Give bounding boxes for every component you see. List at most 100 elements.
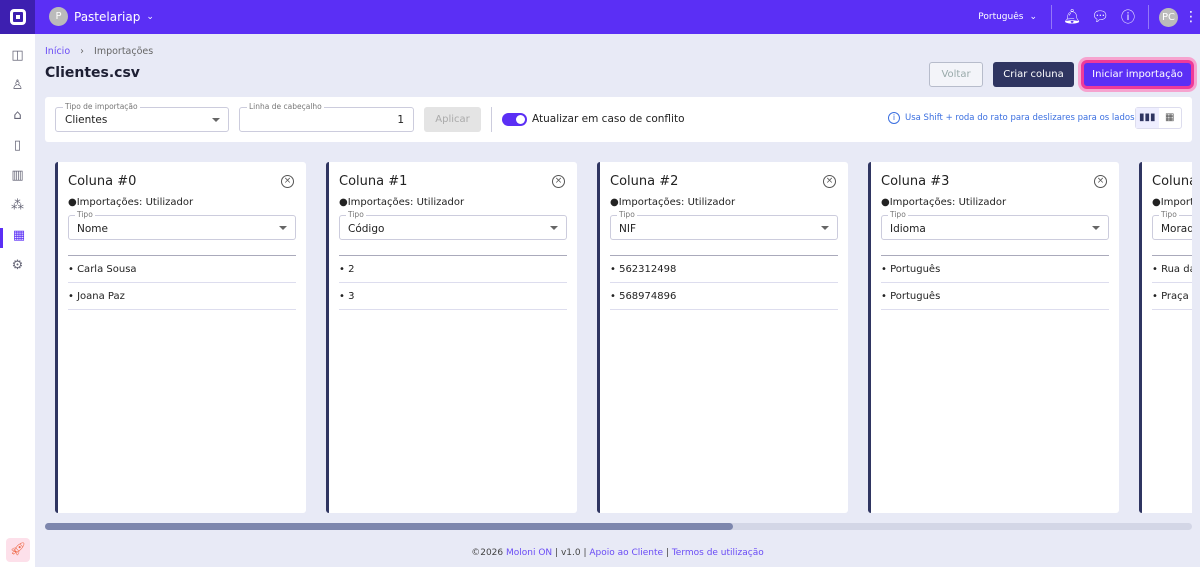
column-title: Coluna #4: [1152, 174, 1192, 189]
remove-column-icon[interactable]: ×: [823, 175, 836, 188]
chevron-down-icon: ⌄: [1029, 12, 1037, 22]
remove-column-icon[interactable]: ×: [1094, 175, 1107, 188]
column-card: Coluna #3 × ●Importações: Utilizador Tip…: [868, 162, 1119, 513]
caret-down-icon: [821, 226, 829, 230]
column-source: ●Importações: Utilizador: [610, 197, 736, 208]
scrollbar-thumb[interactable]: [45, 523, 734, 530]
column-value: • Português: [881, 283, 1109, 310]
column-card: Coluna #2 × ●Importações: Utilizador Tip…: [597, 162, 848, 513]
apply-button[interactable]: Aplicar: [424, 107, 481, 132]
column-type-value: Idioma: [890, 223, 926, 235]
column-value: • Joana Paz: [68, 283, 296, 310]
footer: ©2026 Moloni ON | v1.0 | Apoio ao Client…: [471, 548, 764, 558]
chevron-right-icon: ›: [80, 46, 84, 57]
terms-link[interactable]: Termos de utilização: [672, 548, 764, 558]
document-icon[interactable]: ▯: [0, 138, 35, 158]
column-type-select[interactable]: Tipo Idioma: [881, 210, 1109, 240]
caret-down-icon: [1092, 226, 1100, 230]
bell-icon[interactable]: 🔔︎: [1058, 9, 1086, 25]
column-source: ●Importações: Utilizador: [339, 197, 465, 208]
company-name: Pastelariap: [74, 9, 141, 24]
import-type-select[interactable]: Tipo de importação Clientes: [55, 102, 229, 132]
support-link[interactable]: Apoio ao Cliente: [589, 548, 663, 558]
start-import-button[interactable]: Iniciar importação: [1081, 60, 1194, 89]
column-card: Coluna #0 × ●Importações: Utilizador Tip…: [55, 162, 306, 513]
create-column-button[interactable]: Criar coluna: [993, 62, 1074, 87]
column-type-select[interactable]: Tipo Morada: [1152, 210, 1192, 240]
breadcrumb-current: Importações: [94, 46, 154, 57]
column-title: Coluna #2: [610, 174, 679, 189]
company-avatar: P: [49, 7, 68, 26]
version: v1.0: [560, 548, 581, 558]
remove-column-icon[interactable]: ×: [281, 175, 294, 188]
column-source: ●Importações: Utilizador: [881, 197, 1007, 208]
column-value: • 562312498: [610, 256, 838, 283]
sitemap-icon[interactable]: ⁂: [0, 198, 35, 218]
column-type-label: Tipo: [888, 210, 908, 219]
header-line-value: 1: [397, 114, 404, 126]
column-type-label: Tipo: [617, 210, 637, 219]
header-line-input[interactable]: Linha de cabeçalho 1: [239, 102, 414, 132]
company-switcher[interactable]: P Pastelariap ⌄: [49, 7, 154, 26]
remove-column-icon[interactable]: ×: [552, 175, 565, 188]
chat-icon[interactable]: 💬︎: [1086, 9, 1114, 25]
column-type-value: Código: [348, 223, 385, 235]
column-type-select[interactable]: Tipo NIF: [610, 210, 838, 240]
horizontal-scrollbar[interactable]: [45, 523, 1192, 530]
update-conflict-toggle[interactable]: [502, 113, 527, 126]
user-icon[interactable]: ♙: [0, 78, 35, 98]
help-icon[interactable]: ⓘ: [1114, 7, 1142, 27]
column-value: • 568974896: [610, 283, 838, 310]
caret-down-icon: [279, 226, 287, 230]
column-value: • 3: [339, 283, 567, 310]
columns-board: Coluna #0 × ●Importações: Utilizador Tip…: [45, 162, 1192, 514]
back-button[interactable]: Voltar: [929, 62, 983, 87]
column-value: • Português: [881, 256, 1109, 283]
gear-icon[interactable]: ⚙: [0, 258, 35, 278]
header-line-label: Linha de cabeçalho: [247, 102, 324, 111]
column-type-select[interactable]: Tipo Nome: [68, 210, 296, 240]
import-type-label: Tipo de importação: [63, 102, 140, 111]
info-icon: i: [888, 112, 900, 124]
copyright: ©2026: [471, 548, 504, 558]
scroll-hint: i Usa Shift + roda do rato para deslizare…: [888, 112, 1135, 124]
hint-text: Usa Shift + roda do rato para deslizares…: [905, 113, 1135, 123]
chart-icon[interactable]: ▥: [0, 168, 35, 188]
column-type-label: Tipo: [346, 210, 366, 219]
breadcrumb-home[interactable]: Início: [45, 46, 70, 57]
import-toolbar: Tipo de importação Clientes Linha de cab…: [45, 97, 1192, 142]
language-select[interactable]: Português: [978, 12, 1023, 22]
more-icon[interactable]: ⋮: [1182, 9, 1200, 25]
dashboard-icon[interactable]: ◫: [0, 48, 35, 68]
column-type-value: Nome: [77, 223, 108, 235]
user-avatar[interactable]: PC: [1159, 7, 1178, 27]
calendar-icon[interactable]: ▦: [0, 228, 35, 248]
basket-icon[interactable]: ⌂: [0, 108, 35, 128]
grid-view-icon[interactable]: ▦: [1159, 108, 1182, 128]
column-value: • Praça da: [1152, 283, 1192, 310]
topbar: P Pastelariap ⌄ Português ⌄ 🔔︎ 💬︎ ⓘ PC ⋮: [0, 0, 1200, 34]
column-type-value: Morada: [1161, 223, 1192, 235]
sidebar: ◫ ♙ ⌂ ▯ ▥ ⁂ ▦ ⚙ 🚀︎: [0, 34, 35, 567]
import-type-value: Clientes: [65, 114, 108, 126]
column-type-value: NIF: [619, 223, 636, 235]
column-source: ●Importações: Utilizador: [68, 197, 194, 208]
view-toggle: ▮▮▮ ▦: [1135, 107, 1182, 129]
column-card: Coluna #4 × ●Importações: Utilizador Tip…: [1139, 162, 1192, 513]
update-conflict-label: Atualizar em caso de conflito: [532, 113, 685, 125]
breadcrumb: Início › Importações: [45, 46, 153, 57]
column-source: ●Importações: Utilizador: [1152, 197, 1192, 208]
column-value: • Carla Sousa: [68, 256, 296, 283]
column-title: Coluna #3: [881, 174, 950, 189]
columns-view-icon[interactable]: ▮▮▮: [1136, 108, 1159, 128]
brand-link[interactable]: Moloni ON: [506, 548, 552, 558]
chevron-down-icon: ⌄: [146, 11, 154, 22]
caret-down-icon: [212, 118, 220, 122]
column-title: Coluna #0: [68, 174, 137, 189]
caret-down-icon: [550, 226, 558, 230]
logo[interactable]: [0, 0, 35, 34]
column-value: • 2: [339, 256, 567, 283]
column-type-label: Tipo: [1159, 210, 1179, 219]
column-card: Coluna #1 × ●Importações: Utilizador Tip…: [326, 162, 577, 513]
column-type-select[interactable]: Tipo Código: [339, 210, 567, 240]
